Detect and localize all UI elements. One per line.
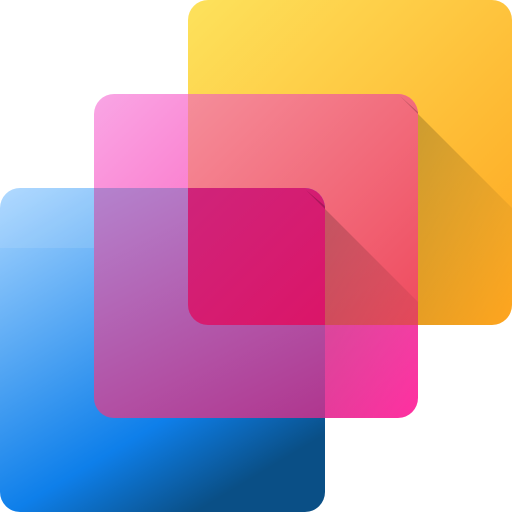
layered-squares-svg [0, 0, 512, 512]
blue-highlight [0, 188, 94, 248]
layered-squares-icon [0, 0, 512, 512]
